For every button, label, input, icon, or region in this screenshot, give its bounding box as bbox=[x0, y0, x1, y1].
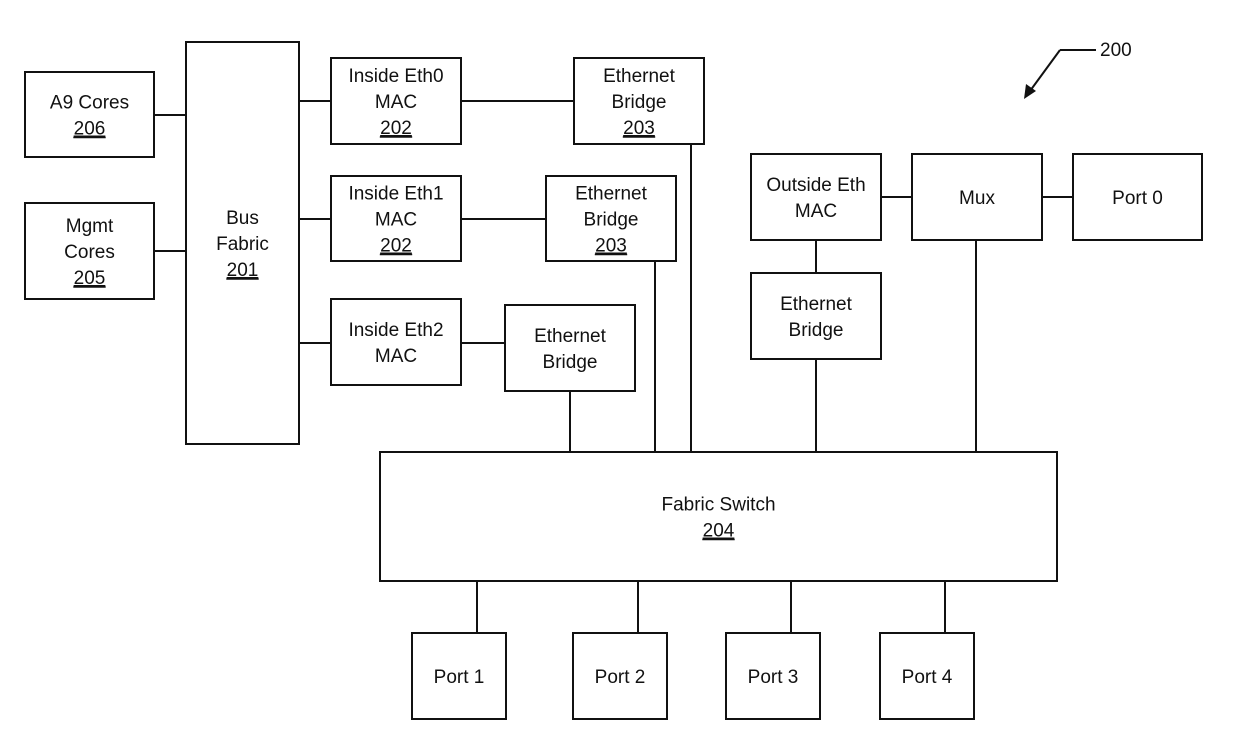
block-inside-eth1-mac: Inside Eth1 MAC 202 bbox=[330, 175, 462, 262]
block-label: Ethernet bbox=[534, 326, 607, 347]
block-label: MAC bbox=[375, 92, 417, 113]
block-label: Fabric bbox=[216, 234, 269, 255]
block-label: Mux bbox=[959, 188, 995, 209]
block-label: Port 1 bbox=[434, 667, 485, 688]
block-label: Bridge bbox=[612, 92, 667, 113]
block-diagram: A9 Cores 206 Mgmt Cores 205 Bus Fabric 201 Insid… bbox=[24, 40, 1203, 720]
block-label: Inside Eth1 bbox=[348, 184, 443, 205]
block-ethernet-bridge-2: Ethernet Bridge bbox=[504, 304, 636, 392]
block-port-0: Port 0 bbox=[1072, 153, 1203, 241]
block-label: Ethernet bbox=[575, 184, 648, 205]
block-ethernet-bridge-0: Ethernet Bridge 203 bbox=[573, 57, 705, 145]
block-port-2: Port 2 bbox=[572, 632, 668, 720]
block-label: Inside Eth0 bbox=[348, 66, 443, 87]
block-label: Port 2 bbox=[595, 667, 646, 688]
block-a9-cores: A9 Cores 206 bbox=[24, 71, 155, 158]
block-outline bbox=[750, 153, 882, 241]
block-reference-number: 205 bbox=[74, 268, 106, 289]
block-reference-number: 206 bbox=[74, 119, 106, 140]
block-label: MAC bbox=[795, 201, 837, 222]
block-outline bbox=[504, 304, 636, 392]
block-reference-number: 203 bbox=[595, 236, 627, 257]
block-label: MAC bbox=[375, 210, 417, 231]
block-outline bbox=[24, 71, 155, 158]
block-outside-eth-mac: Outside Eth MAC bbox=[750, 153, 882, 241]
block-label: Port 4 bbox=[902, 667, 953, 688]
block-label: Outside Eth bbox=[766, 175, 865, 196]
block-label: Cores bbox=[64, 242, 115, 263]
reference-arrow-shaft bbox=[1029, 49, 1061, 92]
block-mux: Mux bbox=[911, 153, 1043, 241]
figure-reference-label: 200 bbox=[1100, 40, 1132, 61]
block-reference-number: 203 bbox=[623, 118, 655, 139]
block-port-4: Port 4 bbox=[879, 632, 975, 720]
block-label: Bridge bbox=[584, 210, 639, 231]
block-bus-fabric: Bus Fabric 201 bbox=[185, 41, 300, 445]
block-ethernet-bridge-1: Ethernet Bridge 203 bbox=[545, 175, 677, 262]
block-outline bbox=[330, 298, 462, 386]
block-reference-number: 201 bbox=[227, 260, 259, 281]
block-port-1: Port 1 bbox=[411, 632, 507, 720]
figure-reference: 200 bbox=[1024, 40, 1132, 99]
block-label: A9 Cores bbox=[50, 93, 129, 114]
block-label: Ethernet bbox=[603, 66, 676, 87]
block-outline bbox=[750, 272, 882, 360]
block-label: Port 3 bbox=[748, 667, 799, 688]
block-port-3: Port 3 bbox=[725, 632, 821, 720]
blocks: A9 Cores 206 Mgmt Cores 205 Bus Fabric 201 Insid… bbox=[24, 41, 1203, 720]
block-label: Bus bbox=[226, 208, 259, 229]
block-label: Fabric Switch bbox=[661, 495, 775, 516]
block-reference-number: 202 bbox=[380, 118, 412, 139]
block-label: Mgmt bbox=[66, 216, 114, 237]
block-label: Bridge bbox=[543, 352, 598, 373]
block-inside-eth2-mac: Inside Eth2 MAC bbox=[330, 298, 462, 386]
block-label: Ethernet bbox=[780, 294, 853, 315]
block-label: MAC bbox=[375, 346, 417, 367]
block-fabric-switch: Fabric Switch 204 bbox=[379, 451, 1058, 582]
block-label: Bridge bbox=[789, 320, 844, 341]
block-label: Inside Eth2 bbox=[348, 320, 443, 341]
block-reference-number: 204 bbox=[703, 521, 735, 542]
block-mgmt-cores: Mgmt Cores 205 bbox=[24, 202, 155, 300]
block-inside-eth0-mac: Inside Eth0 MAC 202 bbox=[330, 57, 462, 145]
block-label: Port 0 bbox=[1112, 188, 1163, 209]
block-reference-number: 202 bbox=[380, 236, 412, 257]
block-outside-ethernet-bridge: Ethernet Bridge bbox=[750, 272, 882, 360]
block-outline bbox=[379, 451, 1058, 582]
